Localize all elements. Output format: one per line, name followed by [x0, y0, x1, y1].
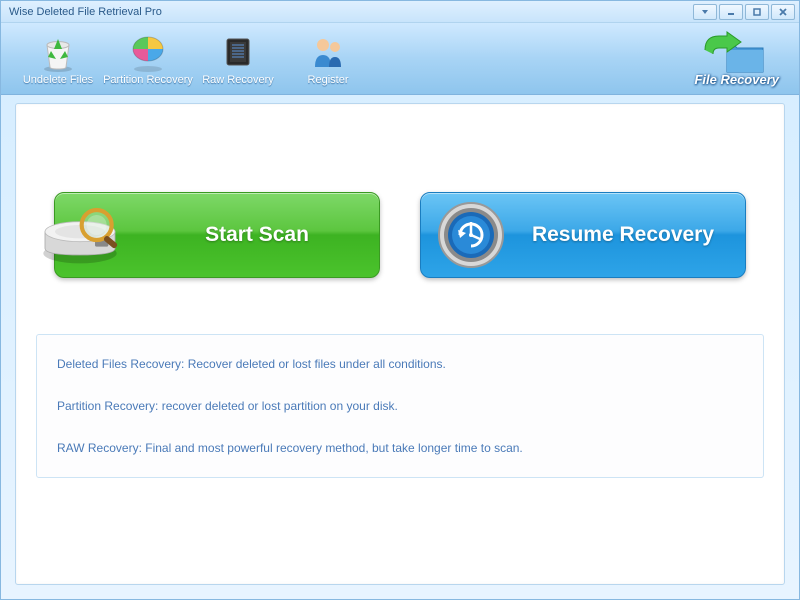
info-partition: Partition Recovery: recover deleted or l… — [57, 399, 743, 413]
content-area: Start Scan Resume R — [15, 103, 785, 585]
people-icon — [307, 31, 349, 73]
chip-icon — [217, 31, 259, 73]
brand-logo: File Recovery — [694, 30, 779, 87]
toolbar-label: Register — [308, 74, 349, 86]
info-panel: Deleted Files Recovery: Recover deleted … — [36, 334, 764, 478]
toolbar-register[interactable]: Register — [283, 26, 373, 92]
start-scan-label: Start Scan — [155, 223, 379, 247]
start-scan-button[interactable]: Start Scan — [54, 192, 380, 278]
app-window: Wise Deleted File Retrieval Pro — [0, 0, 800, 600]
minimize-button[interactable] — [719, 4, 743, 20]
toolbar-partition-recovery[interactable]: Partition Recovery — [103, 26, 193, 92]
toolbar-undelete-files[interactable]: Undelete Files — [13, 26, 103, 92]
resume-recovery-button[interactable]: Resume Recovery — [420, 192, 746, 278]
folder-arrow-icon — [697, 30, 777, 76]
window-title: Wise Deleted File Retrieval Pro — [9, 6, 162, 18]
toolbar-label: Undelete Files — [23, 74, 93, 86]
window-controls — [693, 4, 795, 20]
main-buttons: Start Scan Resume R — [36, 192, 764, 278]
pie-chart-icon — [127, 31, 169, 73]
recycle-bin-icon — [37, 31, 79, 73]
titlebar: Wise Deleted File Retrieval Pro — [1, 1, 799, 23]
toolbar-raw-recovery[interactable]: Raw Recovery — [193, 26, 283, 92]
clock-restore-icon — [421, 192, 521, 278]
maximize-button[interactable] — [745, 4, 769, 20]
close-button[interactable] — [771, 4, 795, 20]
toolbar: Undelete Files Partition Recovery — [1, 23, 799, 95]
info-deleted-files: Deleted Files Recovery: Recover deleted … — [57, 357, 743, 371]
brand-label: File Recovery — [694, 72, 779, 87]
dropdown-button[interactable] — [693, 4, 717, 20]
toolbar-label: Raw Recovery — [202, 74, 274, 86]
toolbar-label: Partition Recovery — [103, 74, 193, 86]
info-raw: RAW Recovery: Final and most powerful re… — [57, 441, 743, 455]
resume-recovery-label: Resume Recovery — [521, 223, 745, 247]
scan-disk-icon — [35, 192, 135, 278]
